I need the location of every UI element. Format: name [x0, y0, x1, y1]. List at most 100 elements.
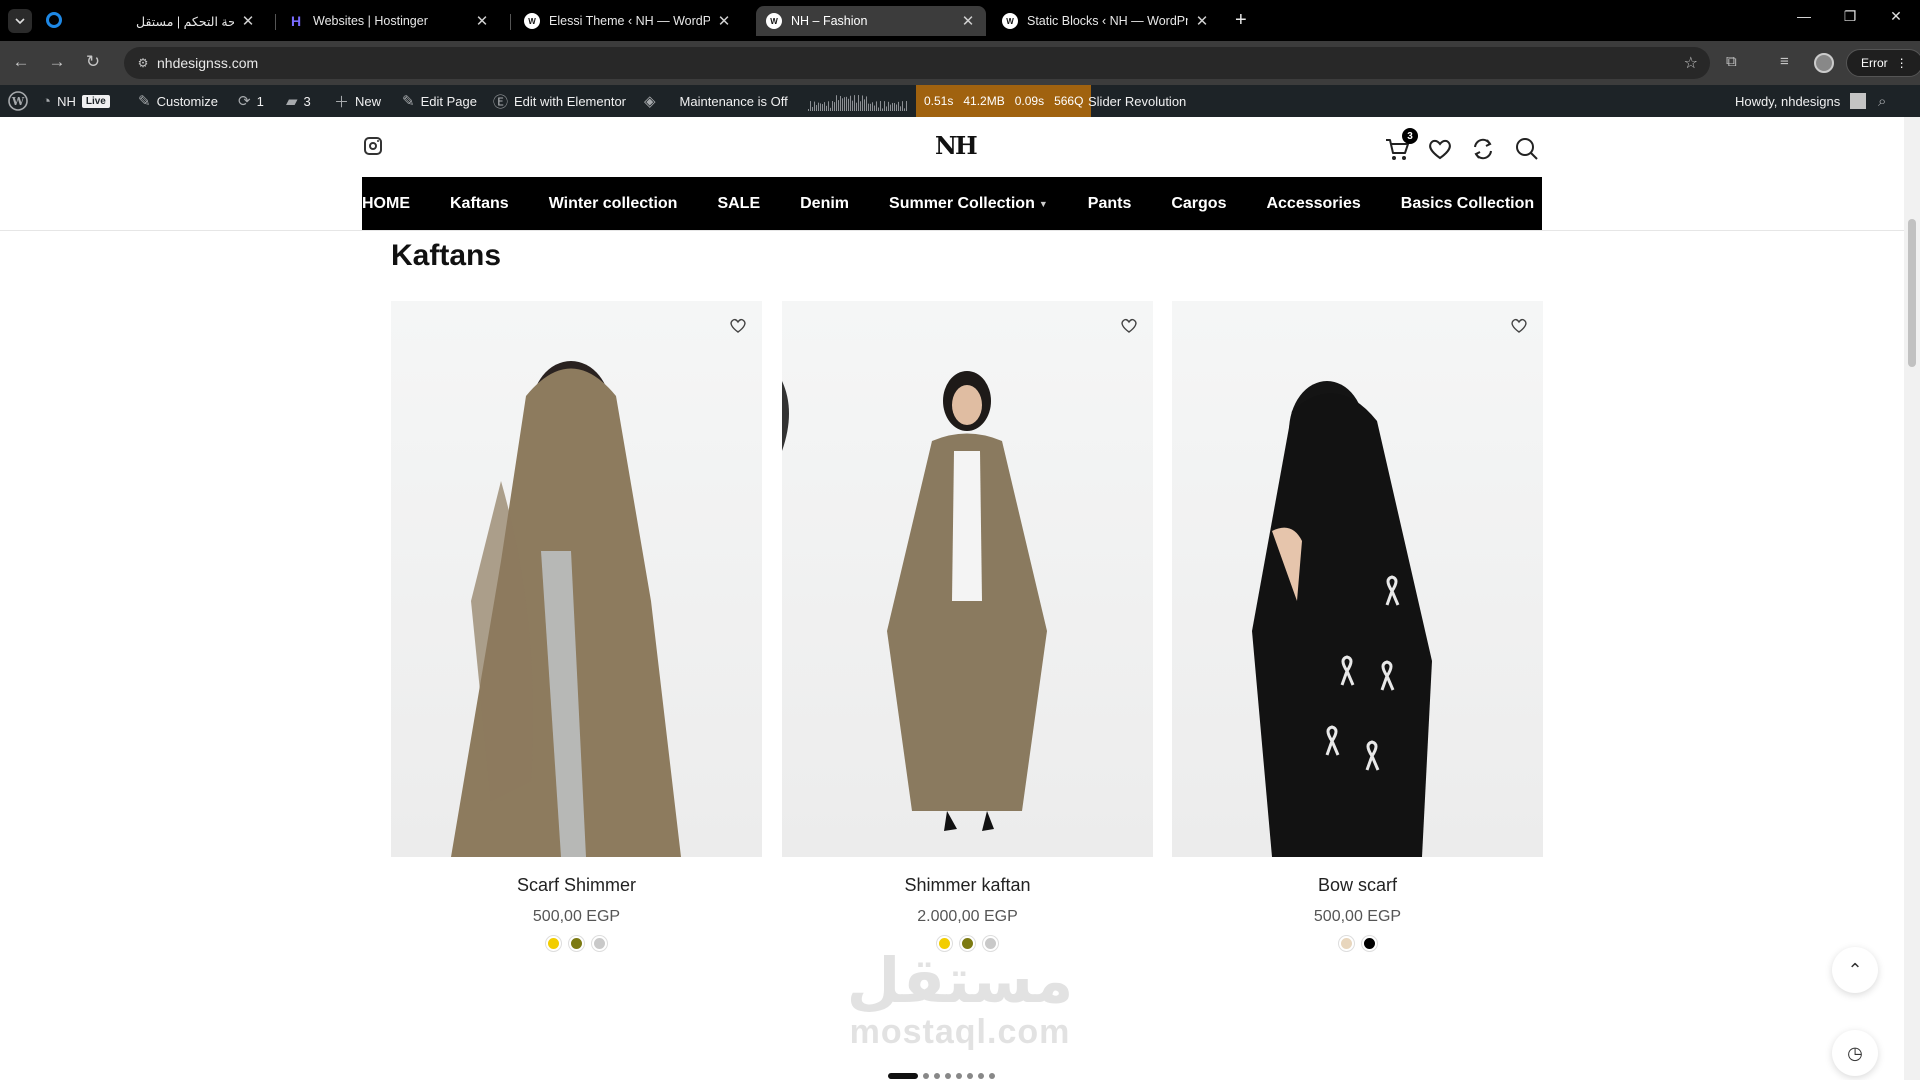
profile-avatar-icon[interactable] [1814, 53, 1834, 73]
address-bar[interactable]: ⚙ nhdesignss.com ☆ [124, 47, 1710, 79]
search-icon[interactable] [1512, 135, 1540, 163]
carousel-pagination[interactable] [888, 1073, 995, 1079]
dashboard-gauge-icon: ◔ [42, 92, 52, 110]
nav-item-cargos[interactable]: Cargos [1171, 195, 1226, 213]
browser-tab-active[interactable]: W NH – Fashion ✕ [756, 6, 986, 36]
product-card[interactable]: Bow scarf 500,00 EGP [1172, 301, 1543, 951]
reload-icon[interactable]: ↻ [82, 52, 104, 72]
nav-item-kaftans[interactable]: Kaftans [450, 195, 509, 213]
product-name[interactable]: Scarf Shimmer [391, 875, 762, 896]
product-name[interactable]: Shimmer kaftan [782, 875, 1153, 896]
media-controls-icon[interactable]: ≡ [1780, 53, 1789, 70]
updates-link[interactable]: ⟳ 1 [238, 85, 264, 117]
close-icon[interactable]: ✕ [960, 12, 976, 30]
svg-text:W: W [11, 95, 25, 108]
color-swatch[interactable] [1361, 936, 1377, 951]
qm-memory: 41.2MB [963, 94, 1005, 108]
customize-label: Customize [156, 93, 218, 109]
nav-item-denim[interactable]: Denim [800, 195, 849, 213]
browser-tab[interactable]: W Static Blocks ‹ NH — WordPress ✕ [992, 6, 1220, 36]
recently-viewed-button[interactable]: ◷ [1832, 1030, 1878, 1076]
minimize-icon[interactable]: — [1792, 8, 1816, 24]
site-logo[interactable]: NH [935, 131, 978, 160]
site-info-icon[interactable]: ⚙ [134, 54, 152, 72]
pagination-dot[interactable] [934, 1073, 940, 1079]
nav-item-pants[interactable]: Pants [1088, 195, 1132, 213]
product-photo-bow-scarf [1252, 381, 1432, 857]
restore-icon[interactable]: ❐ [1838, 8, 1862, 25]
close-icon[interactable]: ✕ [474, 12, 490, 30]
query-monitor-stats[interactable]: 0.51s 41.2MB 0.09s 566Q [916, 85, 1092, 117]
admin-search-icon[interactable]: ⌕ [1878, 85, 1886, 117]
back-arrow-icon[interactable]: ← [10, 52, 32, 72]
wishlist-heart-icon[interactable] [1509, 315, 1529, 335]
nav-item-basics-collection[interactable]: Basics Collection [1401, 195, 1534, 213]
url-text[interactable]: nhdesignss.com [157, 55, 258, 71]
page-scrollbar[interactable] [1904, 117, 1920, 1080]
pagination-dot[interactable] [923, 1073, 929, 1079]
watermark-latin: mostaql.com [849, 1013, 1071, 1051]
close-window-icon[interactable]: ✕ [1884, 8, 1908, 25]
tab-search-button[interactable] [8, 9, 32, 33]
wishlist-heart-icon[interactable] [1119, 315, 1139, 335]
product-image[interactable] [782, 301, 1153, 857]
tab-divider [510, 14, 511, 30]
comments-count: 3 [303, 93, 311, 109]
back-to-top-button[interactable]: ⌃ [1832, 947, 1878, 993]
admin-site-menu[interactable]: ◔ NH Live [42, 85, 110, 117]
product-name[interactable]: Bow scarf [1172, 875, 1543, 896]
close-icon[interactable]: ✕ [240, 12, 256, 30]
bookmark-star-icon[interactable]: ☆ [1684, 53, 1698, 73]
color-swatch[interactable] [592, 936, 607, 951]
extensions-icon[interactable]: ⧉ [1726, 53, 1737, 70]
close-icon[interactable]: ✕ [716, 12, 732, 30]
compare-refresh-icon[interactable] [1469, 135, 1497, 163]
tab-title: Websites | Hostinger [313, 14, 428, 28]
wordpress-logo-icon[interactable]: W [8, 85, 28, 117]
browser-tab[interactable]: W Elessi Theme ‹ NH — WordPress ✕ [514, 6, 742, 36]
edit-page-link[interactable]: ✎ Edit Page [402, 85, 477, 117]
pagination-dot[interactable] [967, 1073, 973, 1079]
error-menu-button[interactable]: Error ⋮ [1846, 49, 1920, 77]
color-swatch[interactable] [1338, 936, 1354, 951]
new-content-link[interactable]: ＋ New [334, 85, 381, 117]
nav-item-summer-collection[interactable]: Summer Collection ▼ [889, 195, 1048, 213]
nav-item-winter-collection[interactable]: Winter collection [549, 195, 678, 213]
comments-link[interactable]: ▰ 3 [286, 85, 311, 117]
product-card[interactable]: Shimmer kaftan 2.000,00 EGP [782, 301, 1153, 951]
maintenance-toggle[interactable]: ◈ Maintenance is Off [644, 85, 788, 117]
hostinger-favicon: H [290, 13, 302, 29]
product-card[interactable]: Scarf Shimmer 500,00 EGP [391, 301, 762, 951]
nav-item-sale[interactable]: SALE [717, 195, 760, 213]
color-swatch[interactable] [569, 936, 584, 951]
comment-bubble-icon: ▰ [286, 93, 298, 110]
slider-revolution-link[interactable]: Slider Revolution [1088, 85, 1186, 117]
forward-arrow-icon[interactable]: → [46, 52, 68, 72]
plus-icon: ＋ [334, 93, 350, 111]
scrollbar-thumb[interactable] [1908, 219, 1916, 367]
updates-icon: ⟳ [238, 93, 251, 110]
close-icon[interactable]: ✕ [1194, 12, 1210, 30]
new-tab-button[interactable]: + [1235, 8, 1247, 32]
browser-tab[interactable]: H Websites | Hostinger ✕ [278, 6, 500, 36]
product-image[interactable] [1172, 301, 1543, 857]
wishlist-heart-icon[interactable] [1426, 135, 1454, 163]
nav-item-home[interactable]: HOME [362, 195, 410, 213]
color-swatch[interactable] [546, 936, 561, 951]
pagination-dot[interactable] [945, 1073, 951, 1079]
pagination-dot[interactable] [978, 1073, 984, 1079]
product-image[interactable] [391, 301, 762, 857]
live-badge: Live [81, 94, 110, 108]
elementor-icon: Ⓔ [493, 93, 509, 111]
wishlist-heart-icon[interactable] [728, 315, 748, 335]
browser-tab[interactable]: لوحة التحكم | مستقل ✕ [126, 6, 266, 36]
pagination-dot-active[interactable] [888, 1073, 918, 1079]
nav-item-accessories[interactable]: Accessories [1266, 195, 1360, 213]
pagination-dot[interactable] [956, 1073, 962, 1079]
instagram-icon[interactable] [364, 137, 382, 155]
pagination-dot[interactable] [989, 1073, 995, 1079]
diamond-icon: ◈ [644, 93, 656, 110]
edit-elementor-link[interactable]: Ⓔ Edit with Elementor [493, 85, 626, 117]
account-menu[interactable]: Howdy, nhdesigns [1735, 85, 1867, 117]
customize-link[interactable]: ✎ Customize [138, 85, 218, 117]
